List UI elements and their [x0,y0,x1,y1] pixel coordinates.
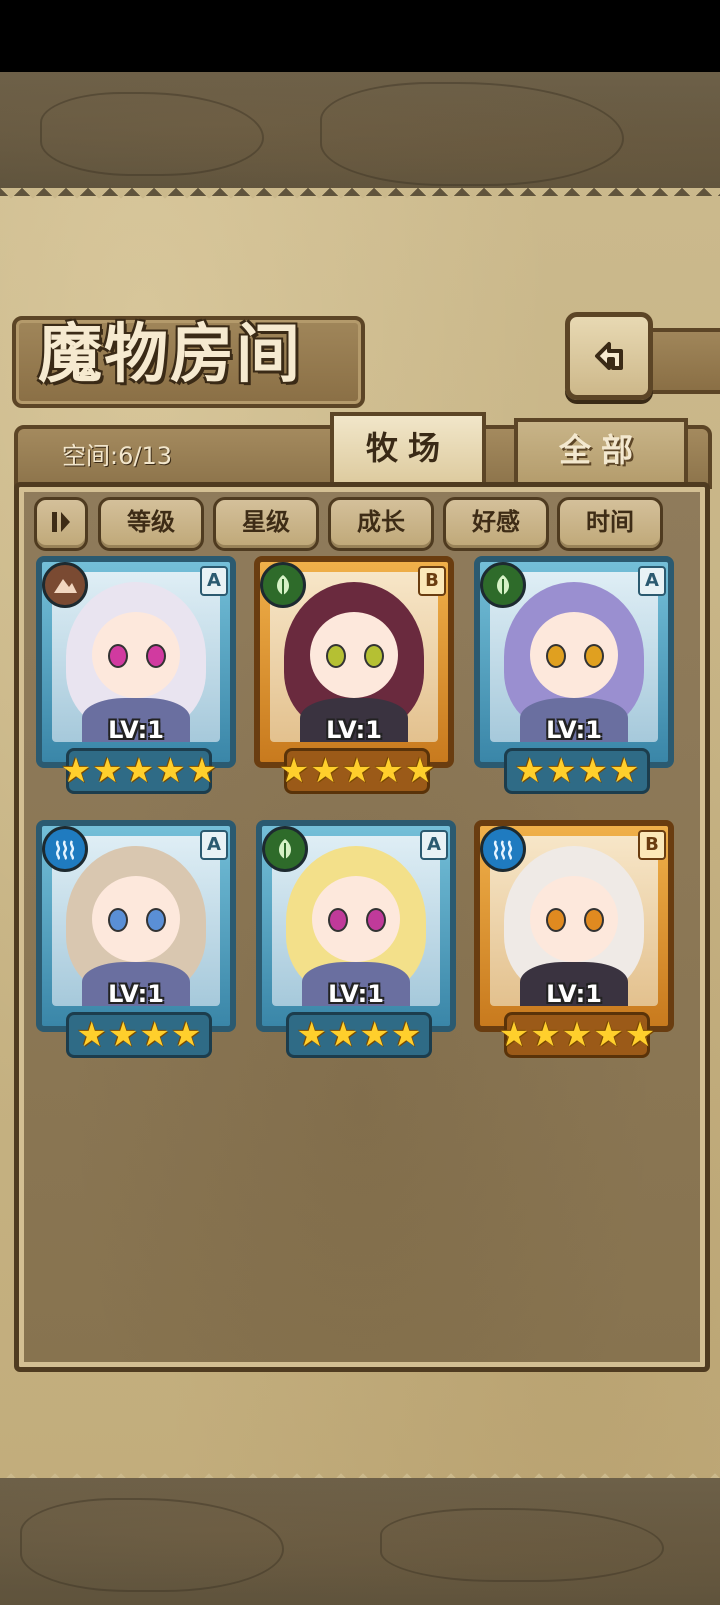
star-rating: ★ ★ ★ ★ ★ [61,748,217,794]
star-rating: ★ ★ ★ ★ [504,748,650,794]
star-icon: ★ [514,751,546,791]
monster-level: LV:1 [546,716,602,744]
star-icon: ★ [546,751,577,791]
grade-badge: A [638,566,666,596]
monster-card[interactable]: A LV:1 ★ ★ ★ ★ [256,820,456,1058]
grade-badge: B [638,830,666,860]
sort-toggle-button[interactable] [34,497,88,551]
monster-level: LV:1 [326,716,382,744]
star-icon: ★ [577,751,608,791]
star-icon: ★ [624,1015,656,1055]
star-icon: ★ [296,1015,328,1055]
monster-level: LV:1 [546,980,602,1008]
star-icon: ★ [186,751,218,791]
monster-card[interactable]: B LV:1 ★ ★ ★ ★ ★ [474,820,674,1058]
star-icon: ★ [593,1015,624,1055]
star-icon: ★ [278,751,310,791]
monster-card[interactable]: A LV:1 ★ ★ ★ ★ ★ [36,556,236,794]
star-rating: ★ ★ ★ ★ ★ [279,748,435,794]
monster-card[interactable]: B LV:1 ★ ★ ★ ★ ★ [254,556,454,794]
grade-badge: B [418,566,446,596]
star-icon: ★ [139,1015,170,1055]
star-icon: ★ [76,1015,108,1055]
tab-all[interactable]: 全部 [514,418,688,488]
monster-card[interactable]: A LV:1 ★ ★ ★ ★ [36,820,236,1058]
star-icon: ★ [561,1015,593,1055]
back-arrow-icon [595,342,623,370]
star-icon: ★ [123,751,155,791]
map-background-top [0,72,720,200]
star-icon: ★ [530,1015,561,1055]
star-icon: ★ [608,751,640,791]
sort-affection-button[interactable]: 好感 [443,497,549,551]
sort-growth-button[interactable]: 成长 [328,497,434,551]
nature-element-icon [480,562,526,608]
star-icon: ★ [92,751,123,791]
star-icon: ★ [155,751,186,791]
sort-star-button[interactable]: 星级 [213,497,319,551]
tab-pasture[interactable]: 牧场 [330,412,486,492]
star-icon: ★ [404,751,436,791]
pause-sort-icon [52,512,70,532]
star-icon: ★ [341,751,373,791]
nature-element-icon [262,826,308,872]
page-title: 魔物房间 [38,317,302,392]
back-button[interactable] [565,312,653,400]
map-background-bottom [0,1478,720,1605]
star-icon: ★ [60,751,92,791]
grade-badge: A [200,566,228,596]
star-icon: ★ [108,1015,139,1055]
star-icon: ★ [373,751,404,791]
monster-level: LV:1 [328,980,384,1008]
star-icon: ★ [390,1015,422,1055]
star-icon: ★ [328,1015,359,1055]
nature-element-icon [260,562,306,608]
star-icon: ★ [170,1015,202,1055]
monster-level: LV:1 [108,980,164,1008]
sort-time-button[interactable]: 时间 [557,497,663,551]
star-icon: ★ [498,1015,530,1055]
water-element-icon [480,826,526,872]
star-icon: ★ [310,751,341,791]
star-rating: ★ ★ ★ ★ [286,1012,432,1058]
zigzag-border-top [0,188,720,210]
earth-element-icon [42,562,88,608]
space-counter: 空间:6/13 [62,442,172,470]
star-rating: ★ ★ ★ ★ ★ [499,1012,655,1058]
monster-level: LV:1 [108,716,164,744]
sort-level-button[interactable]: 等级 [98,497,204,551]
grade-badge: A [200,830,228,860]
grade-badge: A [420,830,448,860]
star-rating: ★ ★ ★ ★ [66,1012,212,1058]
water-element-icon [42,826,88,872]
star-icon: ★ [359,1015,390,1055]
monster-card[interactable]: A LV:1 ★ ★ ★ ★ [474,556,674,794]
